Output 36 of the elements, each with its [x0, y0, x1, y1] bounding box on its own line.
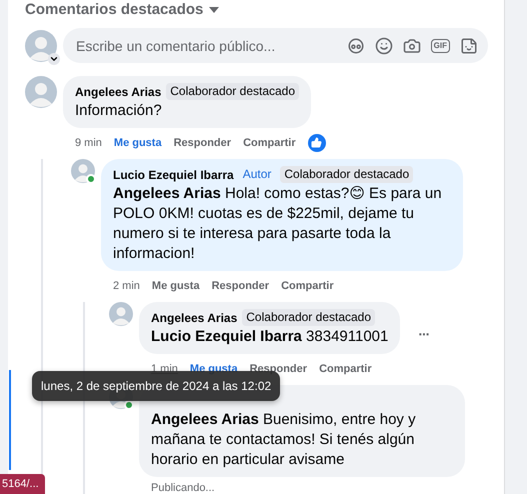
share-link[interactable]: Compartir — [243, 136, 296, 148]
share-link[interactable]: Compartir — [319, 362, 372, 374]
like-link[interactable]: Me gusta — [114, 136, 162, 148]
comment-field[interactable]: Escribe un comentario público... GIF — [63, 28, 488, 63]
posting-status: Publicando... — [150, 481, 215, 494]
more-button[interactable]: ··· — [414, 326, 434, 342]
gif-button[interactable]: GIF — [430, 38, 450, 52]
emoji-icon[interactable] — [374, 36, 393, 54]
status-url: 5164/... — [0, 474, 45, 494]
timestamp-link[interactable]: 9 min — [75, 136, 102, 148]
comment-text: Lucio Ezequiel Ibarra 3834911001 — [151, 327, 388, 347]
featured-badge: Colaborador destacado — [166, 83, 300, 100]
like-link[interactable]: Me gusta — [152, 280, 200, 292]
section-title[interactable]: Comentarios destacados — [25, 1, 204, 18]
reply-link[interactable]: Responder — [212, 280, 270, 292]
author-name[interactable]: Angelees Arias — [151, 310, 238, 324]
author-label: Autor — [242, 166, 272, 183]
avatar — [25, 76, 57, 108]
comment-text: Angelees Arias Buenisimo, entre hoy y mañana te contactamos! Si tenés algún horario en particular avisame — [151, 410, 417, 470]
featured-badge: Colaborador destacado — [280, 166, 414, 183]
date-tooltip: lunes, 2 de septiembre de 2024 a las 12:02 — [32, 371, 280, 401]
author-name[interactable]: Angelees Arias — [75, 84, 162, 98]
avatar — [109, 302, 133, 326]
sticker-icon[interactable] — [460, 36, 478, 54]
featured-badge: Colaborador destacado — [242, 309, 376, 326]
share-link[interactable]: Compartir — [281, 280, 334, 292]
caret-icon[interactable] — [48, 52, 60, 64]
like-reaction-icon[interactable] — [308, 134, 326, 152]
avatar — [25, 30, 57, 62]
author-name[interactable]: Lucio Ezequiel Ibarra — [113, 168, 234, 182]
camera-icon[interactable] — [402, 36, 421, 54]
comment-text: Información? — [75, 101, 163, 121]
avatar-sticker-icon[interactable] — [346, 36, 365, 54]
timestamp-link[interactable]: 2 min — [113, 280, 140, 292]
reply-link[interactable]: Responder — [174, 136, 232, 148]
comment-text: Angelees Arias Hola! como estas?😊 Es para un POLO 0KM! cuotas es de $225mil, dejame tu numero si te interesa para pasarte toda la informacion! — [113, 184, 443, 264]
